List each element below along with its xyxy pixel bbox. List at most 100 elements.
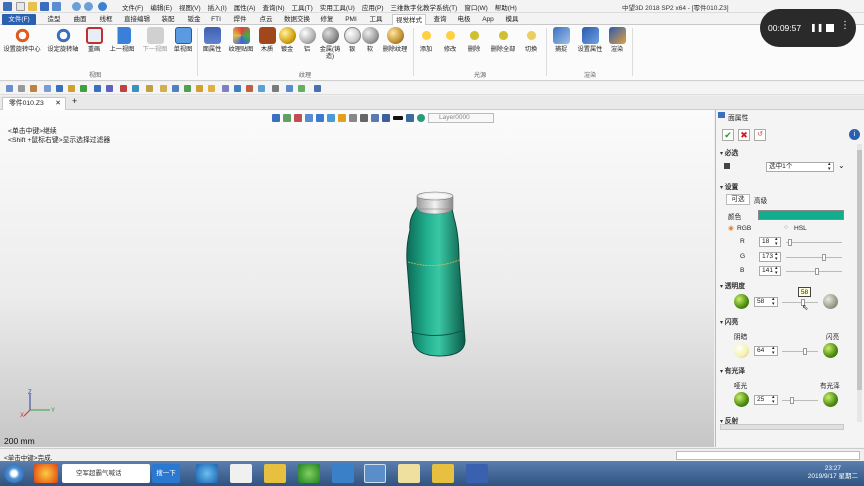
save-icon[interactable] (40, 2, 49, 11)
section-settings[interactable]: 设置 (720, 181, 739, 191)
g-slider[interactable] (786, 254, 842, 261)
delete-texture-button[interactable]: 删除纹理 (380, 27, 410, 53)
toolbar-icon[interactable] (6, 85, 13, 92)
r-input[interactable]: 18 (759, 237, 781, 247)
cancel-icon[interactable]: ✖ (738, 129, 750, 141)
toolbar-icon[interactable] (272, 85, 279, 92)
scrollbar-thumb[interactable] (857, 150, 862, 390)
undo-icon[interactable] (72, 2, 81, 11)
toolbar-icon[interactable] (208, 85, 215, 92)
render-mode-icon[interactable] (338, 113, 346, 122)
menu-utilities[interactable]: 实用工具(U) (320, 2, 355, 12)
chrome-icon[interactable] (230, 464, 252, 483)
menu-window[interactable]: 窗口(W) (464, 2, 487, 12)
toolbar-icon[interactable] (30, 85, 37, 92)
r-slider[interactable] (786, 239, 842, 246)
menu-apps[interactable]: 应用(P) (362, 2, 384, 12)
delete-light-button[interactable]: 删除 (464, 27, 484, 53)
slider-thumb[interactable] (815, 268, 819, 275)
command-input[interactable] (676, 451, 860, 460)
color-swatch[interactable] (758, 210, 844, 220)
tab-pmi[interactable]: PMI (342, 14, 360, 25)
vertical-scrollbar[interactable] (857, 144, 862, 422)
pause-icon[interactable]: ❚❚ (810, 23, 823, 32)
menu-query[interactable]: 查询(N) (262, 2, 284, 12)
toolbar-icon[interactable] (246, 85, 253, 92)
ie-icon[interactable] (196, 464, 218, 483)
new-tab-icon[interactable]: + (72, 96, 77, 106)
tab-wireframe[interactable]: 线框 (96, 14, 116, 25)
help-icon[interactable]: i (849, 129, 860, 140)
menu-view[interactable]: 视图(V) (179, 2, 201, 12)
toolbar-icon[interactable] (258, 85, 265, 92)
tab-app[interactable]: App (478, 14, 498, 25)
face-attribute-button[interactable]: 面属性 (200, 27, 224, 53)
toolbar-icon[interactable] (222, 85, 229, 92)
toggle-light-button[interactable]: 切换 (520, 27, 542, 53)
face-select-field[interactable]: 选中1个 (766, 162, 834, 172)
view-cube-icon[interactable] (305, 113, 313, 122)
tab-weldment[interactable]: 焊件 (230, 14, 250, 25)
more-icon[interactable]: ⋮ (840, 20, 850, 31)
rgb-radio-icon[interactable]: ◉ (728, 224, 734, 232)
chevron-down-icon[interactable]: ⌄ (838, 161, 845, 170)
menu-edit[interactable]: 编辑(E) (150, 2, 172, 12)
toolbar-icon[interactable] (234, 85, 241, 92)
tab-sheetmetal[interactable]: 钣金 (184, 14, 204, 25)
toolbar-icon[interactable] (68, 85, 75, 92)
notepad-icon[interactable] (398, 464, 420, 483)
select-icon[interactable] (98, 2, 107, 11)
set-attribute-button[interactable]: 设置属性 (575, 27, 605, 53)
display-mode-icon[interactable] (327, 113, 335, 122)
menu-help[interactable]: 帮助(H) (495, 2, 517, 12)
search-button[interactable]: 搜一下 (152, 464, 180, 483)
aluminum-material-button[interactable]: 铝 (298, 27, 316, 53)
start-icon[interactable] (4, 464, 24, 483)
tab-pointcloud[interactable]: 点云 (256, 14, 276, 25)
select-mode-icon[interactable] (283, 113, 291, 122)
layer-select[interactable]: Layer0000 (428, 112, 494, 123)
open-icon[interactable] (28, 2, 37, 11)
tab-direct-edit[interactable]: 直接编辑 (122, 14, 152, 25)
explorer-icon[interactable] (432, 464, 454, 483)
section-gloss[interactable]: 有光泽 (720, 365, 745, 375)
flash-input[interactable]: 64 (754, 346, 778, 356)
toolbar-icon[interactable] (172, 85, 179, 92)
toolbar-icon[interactable] (184, 85, 191, 92)
zoom-icon[interactable] (349, 113, 357, 122)
tab-tools[interactable]: 工具 (366, 14, 386, 25)
single-view-button[interactable]: 单视图 (172, 27, 194, 53)
bottle-model[interactable] (395, 190, 480, 360)
gold-material-button[interactable]: 镀金 (278, 27, 296, 53)
flash-slider[interactable] (782, 348, 818, 355)
app2-icon[interactable] (466, 464, 488, 483)
toolbar-icon[interactable] (18, 85, 25, 92)
tab-modeling[interactable]: 造型 (44, 14, 64, 25)
view-orient-icon[interactable] (316, 113, 324, 122)
menu-attribute[interactable]: 属性(A) (234, 2, 256, 12)
slider-thumb[interactable] (822, 254, 826, 261)
toolbar-icon[interactable] (286, 85, 293, 92)
soft-material-button[interactable]: 软 (362, 27, 379, 53)
next-view-button[interactable]: 下一视图 (140, 27, 170, 53)
modify-light-button[interactable]: 修改 (440, 27, 460, 53)
toolbar-icon[interactable] (314, 85, 321, 92)
toolbar-icon[interactable] (160, 85, 167, 92)
3d-viewport[interactable]: Layer0000 <单击中键>继续 <Shift +鼠标右键>显示选择过滤器 … (0, 110, 714, 447)
tab-file[interactable]: 文件(F) (2, 14, 36, 25)
transparency-input[interactable]: 58 (754, 297, 778, 307)
previous-view-button[interactable]: 上一视图 (106, 27, 138, 53)
menu-insert[interactable]: 插入(I) (208, 2, 227, 12)
grid-icon[interactable] (371, 113, 379, 122)
horizontal-scrollbar[interactable] (720, 424, 844, 430)
folder-icon[interactable] (264, 464, 286, 483)
menu-teaching[interactable]: 三维数字化教学系统(T) (391, 2, 458, 12)
tab-mold[interactable]: 模具 (502, 14, 522, 25)
slider-thumb[interactable] (803, 348, 807, 355)
texture-map-button[interactable]: 纹理贴图 (226, 27, 256, 53)
app-icon[interactable] (34, 464, 58, 483)
hsl-radio-icon[interactable]: ○ (784, 224, 788, 231)
gloss-input[interactable]: 25 (754, 395, 778, 405)
wood-material-button[interactable]: 木质 (258, 27, 276, 53)
tab-assembly[interactable]: 装配 (158, 14, 178, 25)
